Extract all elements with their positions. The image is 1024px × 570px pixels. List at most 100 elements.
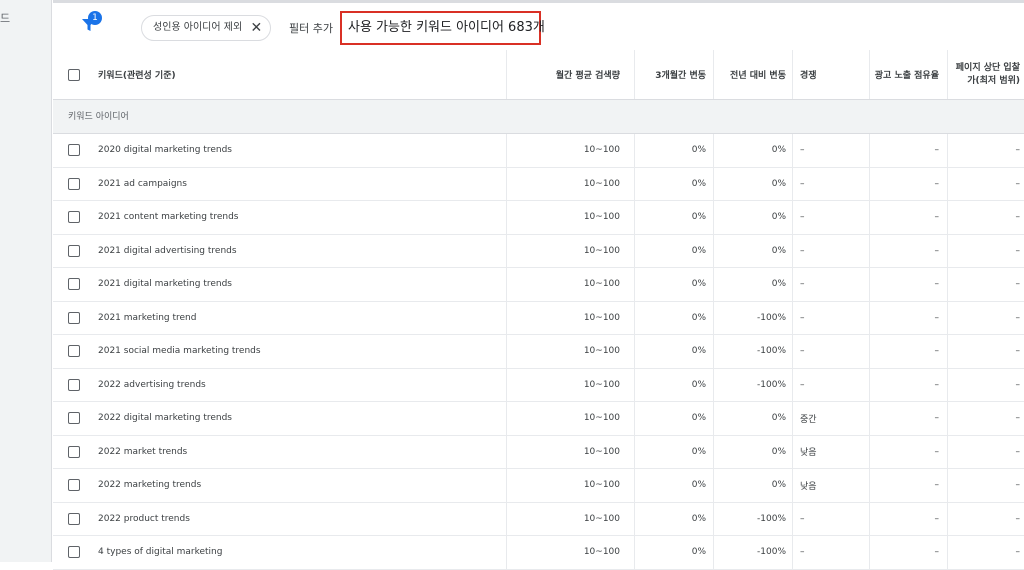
volume-cell: 10~100 bbox=[507, 268, 635, 301]
top-of-page-bid-cell: – bbox=[1015, 312, 1021, 323]
yoy-change-cell: 0% bbox=[771, 245, 786, 256]
group-label: 키워드 아이디어 bbox=[68, 112, 129, 122]
add-filter-button[interactable]: 필터 추가 bbox=[289, 20, 333, 36]
adult-exclusion-filter-chip[interactable]: 성인용 아이디어 제외 ✕ bbox=[141, 15, 272, 41]
competition-cell: – bbox=[792, 335, 870, 368]
three-month-change-cell: 0% bbox=[635, 335, 714, 368]
table-row[interactable]: 2021 digital marketing trends 10~100 0% 0% –… bbox=[53, 268, 1024, 302]
top-of-page-bid-column-header[interactable]: 페이지 상단 입찰가(최저 범위) bbox=[948, 50, 1024, 99]
keyword-cell: 2022 marketing trends bbox=[53, 469, 507, 502]
rail-text: 드 bbox=[0, 12, 11, 25]
yoy-change-cell: 0% bbox=[771, 279, 786, 290]
competition-cell: – bbox=[792, 167, 870, 200]
keyword-cell: 2022 advertising trends bbox=[53, 368, 507, 401]
impression-share-cell: – bbox=[870, 167, 948, 200]
table-row[interactable]: 2021 digital advertising trends 10~100 0% 0… bbox=[53, 234, 1024, 268]
yoy-change-cell: 0% bbox=[771, 178, 786, 189]
impression-share-cell: – bbox=[870, 301, 948, 334]
impression-share-column-header[interactable]: 광고 노출 점유율 bbox=[870, 50, 948, 99]
impression-share-cell: – bbox=[870, 402, 948, 435]
volume-cell: 10~100 bbox=[507, 167, 635, 200]
table-row[interactable]: 2021 ad campaigns 10~100 0% 0% – – – bbox=[53, 167, 1024, 201]
table-row[interactable]: 2022 product trends 10~100 0% -100% – – – bbox=[53, 502, 1024, 536]
top-of-page-bid-cell: – bbox=[1015, 446, 1021, 457]
table-row[interactable]: 4 types of digital marketing 10~100 0% -100… bbox=[53, 536, 1024, 570]
volume-cell: 10~100 bbox=[507, 301, 635, 334]
filter-count-badge: 1 bbox=[88, 11, 102, 25]
table-body: 2020 digital marketing trends 10~100 0% 0% –… bbox=[53, 134, 1024, 570]
three-month-change-cell: 0% bbox=[635, 301, 714, 334]
keyword-cell: 2021 ad campaigns bbox=[53, 167, 507, 200]
volume-cell: 10~100 bbox=[507, 201, 635, 234]
three-month-change-cell: 0% bbox=[635, 268, 714, 301]
table-header: 키워드(관련성 기준) 월간 평균 검색량 3개월간 변동 전년 대비 변동 경… bbox=[53, 50, 1024, 100]
three-month-change-cell: 0% bbox=[635, 402, 714, 435]
top-of-page-bid-cell: – bbox=[1015, 480, 1021, 491]
table-row[interactable]: 2021 content marketing trends 10~100 0% 0% –… bbox=[53, 201, 1024, 235]
table-row[interactable]: 2022 advertising trends 10~100 0% -100% – – – bbox=[53, 368, 1024, 402]
three-month-change-cell: 0% bbox=[635, 134, 714, 167]
table-row[interactable]: 2021 social media marketing trends 10~100… bbox=[53, 335, 1024, 369]
table-row[interactable]: 2022 market trends 10~100 0% 0% 낮음 – – bbox=[53, 435, 1024, 469]
impression-share-cell: – bbox=[870, 435, 948, 468]
yoy-change-cell: 0% bbox=[771, 212, 786, 223]
competition-column-header[interactable]: 경쟁 bbox=[792, 50, 870, 99]
top-of-page-bid-cell: – bbox=[1015, 178, 1021, 189]
impression-share-cell: – bbox=[870, 469, 948, 502]
three-month-change-cell: 0% bbox=[635, 368, 714, 401]
impression-share-cell: – bbox=[870, 234, 948, 267]
yoy-change-cell: -100% bbox=[757, 312, 786, 323]
three-month-change-cell: 0% bbox=[635, 167, 714, 200]
three-month-change-cell: 0% bbox=[635, 234, 714, 267]
volume-cell: 10~100 bbox=[507, 435, 635, 468]
yoy-change-cell: 0% bbox=[771, 145, 786, 156]
volume-cell: 10~100 bbox=[507, 335, 635, 368]
three-month-change-column-header[interactable]: 3개월간 변동 bbox=[635, 50, 714, 99]
left-navigation-rail: 드 bbox=[0, 0, 52, 562]
three-month-change-cell: 0% bbox=[635, 502, 714, 535]
impression-share-cell: – bbox=[870, 268, 948, 301]
competition-cell: 낮음 bbox=[792, 469, 870, 502]
table-row[interactable]: 2022 marketing trends 10~100 0% 0% 낮음 – – bbox=[53, 469, 1024, 503]
table-row[interactable]: 2021 marketing trend 10~100 0% -100% – – – bbox=[53, 301, 1024, 335]
close-icon[interactable]: ✕ bbox=[250, 16, 262, 40]
top-of-page-bid-cell: – bbox=[1015, 279, 1021, 290]
available-keyword-count: 사용 가능한 키워드 아이디어 683개 bbox=[340, 11, 545, 45]
volume-cell: 10~100 bbox=[507, 134, 635, 167]
impression-share-cell: – bbox=[870, 536, 948, 569]
volume-column-header[interactable]: 월간 평균 검색량 bbox=[507, 50, 635, 99]
competition-cell: – bbox=[792, 502, 870, 535]
table-row[interactable]: 2020 digital marketing trends 10~100 0% 0% –… bbox=[53, 134, 1024, 168]
yoy-change-column-header[interactable]: 전년 대비 변동 bbox=[714, 50, 792, 99]
three-month-change-cell: 0% bbox=[635, 536, 714, 569]
top-of-page-bid-cell: – bbox=[1015, 245, 1021, 256]
competition-cell: – bbox=[792, 201, 870, 234]
competition-cell: – bbox=[792, 134, 870, 167]
yoy-change-cell: 0% bbox=[771, 480, 786, 491]
impression-share-cell: – bbox=[870, 502, 948, 535]
keyword-cell: 2021 marketing trend bbox=[53, 301, 507, 334]
top-of-page-bid-cell: – bbox=[1015, 513, 1021, 524]
yoy-change-cell: 0% bbox=[771, 446, 786, 457]
volume-cell: 10~100 bbox=[507, 234, 635, 267]
top-of-page-bid-cell: – bbox=[1015, 379, 1021, 390]
keyword-ideas-group-row: 키워드 아이디어 bbox=[53, 100, 1024, 134]
volume-cell: 10~100 bbox=[507, 469, 635, 502]
competition-cell: – bbox=[792, 368, 870, 401]
competition-cell: – bbox=[792, 268, 870, 301]
top-of-page-bid-cell: – bbox=[1015, 346, 1021, 357]
three-month-change-cell: 0% bbox=[635, 201, 714, 234]
yoy-change-cell: 0% bbox=[771, 413, 786, 424]
impression-share-cell: – bbox=[870, 368, 948, 401]
competition-cell: – bbox=[792, 536, 870, 569]
competition-cell: 낮음 bbox=[792, 435, 870, 468]
impression-share-cell: – bbox=[870, 134, 948, 167]
keyword-column-header[interactable]: 키워드(관련성 기준) bbox=[53, 50, 507, 99]
top-of-page-bid-cell: – bbox=[1015, 413, 1021, 424]
yoy-change-cell: -100% bbox=[757, 379, 786, 390]
table-row[interactable]: 2022 digital marketing trends 10~100 0% 0% 중… bbox=[53, 402, 1024, 436]
keyword-cell: 2021 digital advertising trends bbox=[53, 234, 507, 267]
filter-bar: 1 성인용 아이디어 제외 ✕ 필터 추가 사용 가능한 키워드 아이디어 68… bbox=[53, 3, 1024, 51]
volume-cell: 10~100 bbox=[507, 368, 635, 401]
impression-share-cell: – bbox=[870, 335, 948, 368]
